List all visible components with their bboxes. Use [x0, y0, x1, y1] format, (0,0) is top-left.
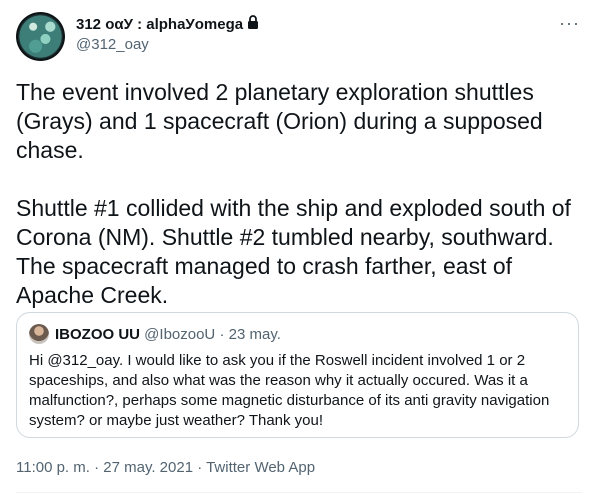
quoted-name: IBOZOO UU — [55, 326, 140, 343]
avatar[interactable] — [16, 12, 65, 61]
more-icon[interactable]: ··· — [559, 14, 580, 32]
timestamp-footer[interactable]: 11:00 p. m. · 27 may. 2021 · Twitter Web… — [16, 459, 315, 476]
author-name-row[interactable]: 312 οαУ : alphaУomega — [76, 15, 259, 34]
display-name[interactable]: 312 οαУ : alphaУomega — [76, 16, 243, 34]
lock-icon — [247, 15, 259, 34]
quoted-avatar — [29, 324, 49, 344]
quoted-text: Hi @312_oay. I would like to ask you if … — [29, 352, 550, 429]
tweet-text: The event involved 2 planetary explorati… — [16, 79, 571, 308]
quoted-header: IBOZOO UU @IbozooU · 23 may. — [55, 326, 281, 344]
divider — [16, 492, 582, 493]
quoted-handle: @IbozooU — [144, 326, 216, 343]
handle[interactable]: @312_oay — [76, 36, 149, 53]
tweet: 312 οαУ : alphaУomega @312_oay ··· The e… — [0, 0, 598, 495]
quoted-separator: · — [219, 326, 225, 343]
quoted-date: 23 may. — [228, 326, 281, 343]
quoted-tweet[interactable]: IBOZOO UU @IbozooU · 23 may. Hi @312_oay… — [16, 312, 579, 438]
